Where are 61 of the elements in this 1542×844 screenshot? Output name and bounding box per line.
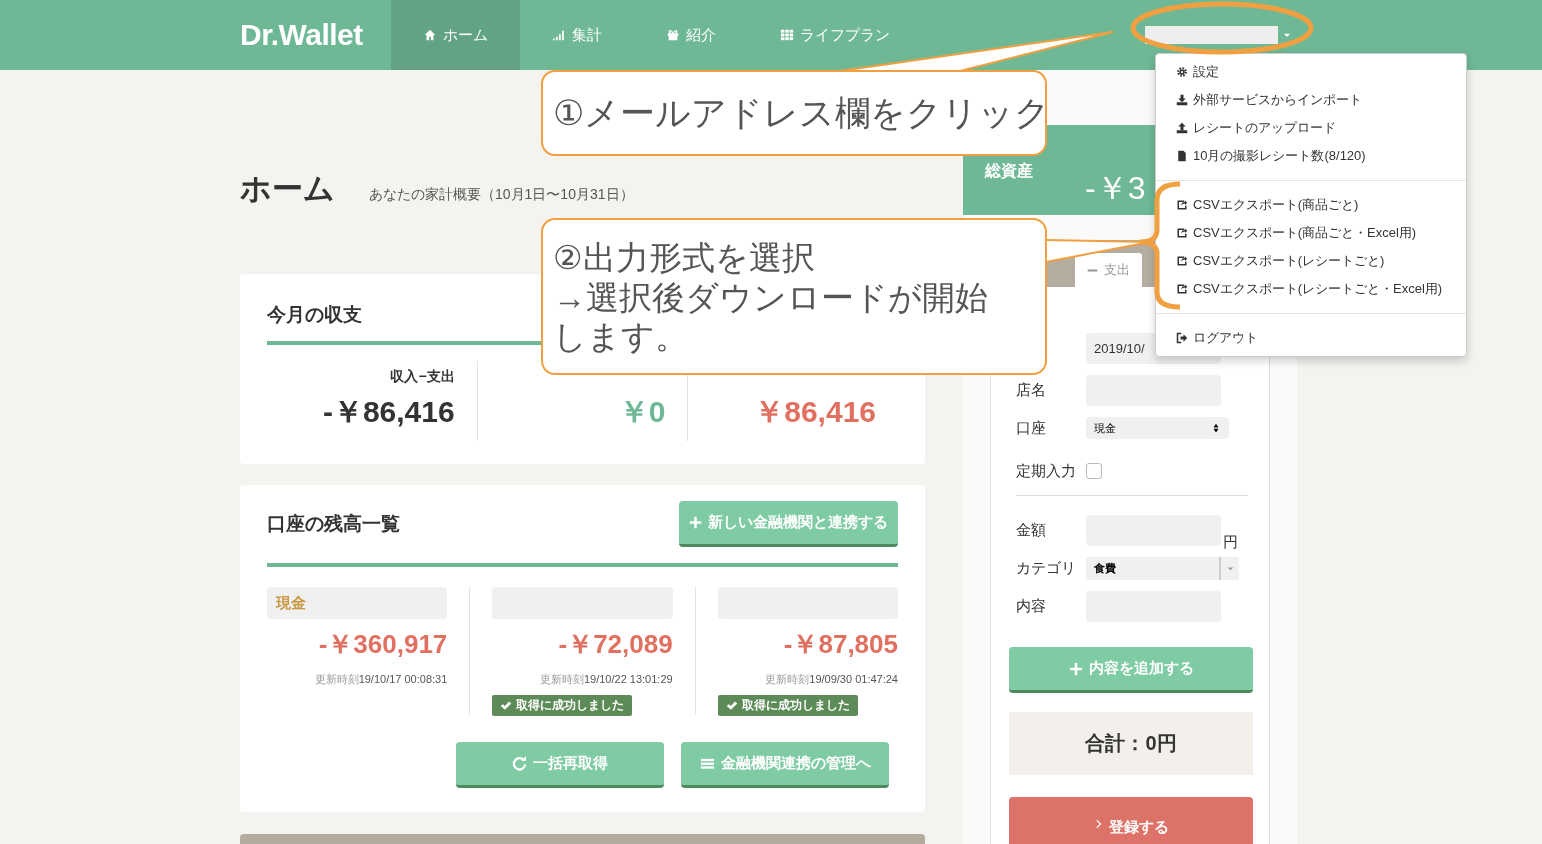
field-label: 内容 xyxy=(1016,597,1047,616)
menu-item[interactable]: CSVエクスポート(レシートごと・Excel用) xyxy=(1156,275,1466,303)
unit-label: 円 xyxy=(1223,533,1238,552)
menu-item[interactable]: 設定 xyxy=(1156,58,1466,86)
refresh-icon xyxy=(512,756,527,771)
card-title: 今月の収支 xyxy=(267,303,362,327)
download-icon xyxy=(1176,94,1188,106)
upload-icon xyxy=(1176,122,1188,134)
email-field[interactable] xyxy=(1145,26,1278,44)
field-label: 店名 xyxy=(1016,381,1047,400)
bar-chart-icon xyxy=(552,28,566,42)
menu-item[interactable]: 外部サービスからインポート xyxy=(1156,86,1466,114)
gear-icon xyxy=(1176,66,1188,78)
page-subtitle: あなたの家計概要（10月1日〜10月31日） xyxy=(369,186,634,204)
menu-item[interactable]: CSVエクスポート(商品ごと・Excel用) xyxy=(1156,219,1466,247)
list-icon xyxy=(699,756,715,771)
summary-label: 収入−支出 xyxy=(389,368,455,386)
check-icon xyxy=(500,699,513,712)
caret-icon xyxy=(1225,564,1235,573)
logout-icon xyxy=(1176,332,1188,344)
updated-time: 更新時刻19/10/22 13:01:29 xyxy=(538,672,673,687)
menu-item[interactable]: レシートのアップロード xyxy=(1156,114,1466,142)
account-select[interactable]: 現金 xyxy=(1086,417,1229,439)
check-icon xyxy=(725,699,738,712)
share-icon xyxy=(1176,255,1188,267)
summary-amount: ￥0 xyxy=(617,394,666,430)
menu-item[interactable]: CSVエクスポート(レシートごと) xyxy=(1156,247,1466,275)
status-badge: 取得に成功しました xyxy=(717,695,858,716)
updated-time: 更新時刻19/10/17 00:08:31 xyxy=(313,672,448,687)
share-icon xyxy=(1176,199,1188,211)
summary-amount: -￥86,416 xyxy=(321,394,455,430)
menu-item[interactable]: 10月の撮影レシート数(8/120) xyxy=(1156,142,1466,170)
home-icon xyxy=(423,28,437,42)
account-name: 現金 xyxy=(267,587,448,619)
plus-icon xyxy=(689,516,702,529)
grid-icon xyxy=(780,28,794,42)
gift-icon xyxy=(666,28,680,42)
total-amount: 合計：0円 xyxy=(1009,712,1253,775)
account-balance: -￥360,917 xyxy=(317,628,448,661)
checkbox[interactable] xyxy=(1086,463,1102,479)
share-icon xyxy=(1176,227,1188,239)
menu-item[interactable]: CSVエクスポート(商品ごと) xyxy=(1156,191,1466,219)
total-assets-label: 総資産 xyxy=(985,161,1033,181)
up-down-arrows-icon xyxy=(1211,423,1221,433)
plus-icon xyxy=(1068,661,1083,676)
category-select[interactable]: 食費 xyxy=(1086,557,1239,580)
field-label: 定期入力 xyxy=(1016,461,1077,481)
status-badge: 取得に成功しました xyxy=(492,695,633,716)
share-icon xyxy=(1176,283,1188,295)
summary-amount: ￥86,416 xyxy=(753,394,876,430)
callout-text: ②出力形式を選択 →選択後ダウンロードが開始 します。 xyxy=(541,218,1047,375)
updated-time: 更新時刻19/09/30 01:47:24 xyxy=(764,672,898,687)
account-balance: -￥72,089 xyxy=(557,628,673,661)
card-title: 口座の残高一覧 xyxy=(267,512,400,536)
field-label: 口座 xyxy=(1016,418,1047,438)
total-assets-amount: -￥3 xyxy=(1085,169,1146,208)
field-label: カテゴリ xyxy=(1016,559,1077,578)
account-balance: -￥87,805 xyxy=(782,628,898,661)
field-label: 金額 xyxy=(1016,521,1047,540)
file-icon xyxy=(1176,150,1188,162)
page-title: ホーム xyxy=(240,170,335,208)
